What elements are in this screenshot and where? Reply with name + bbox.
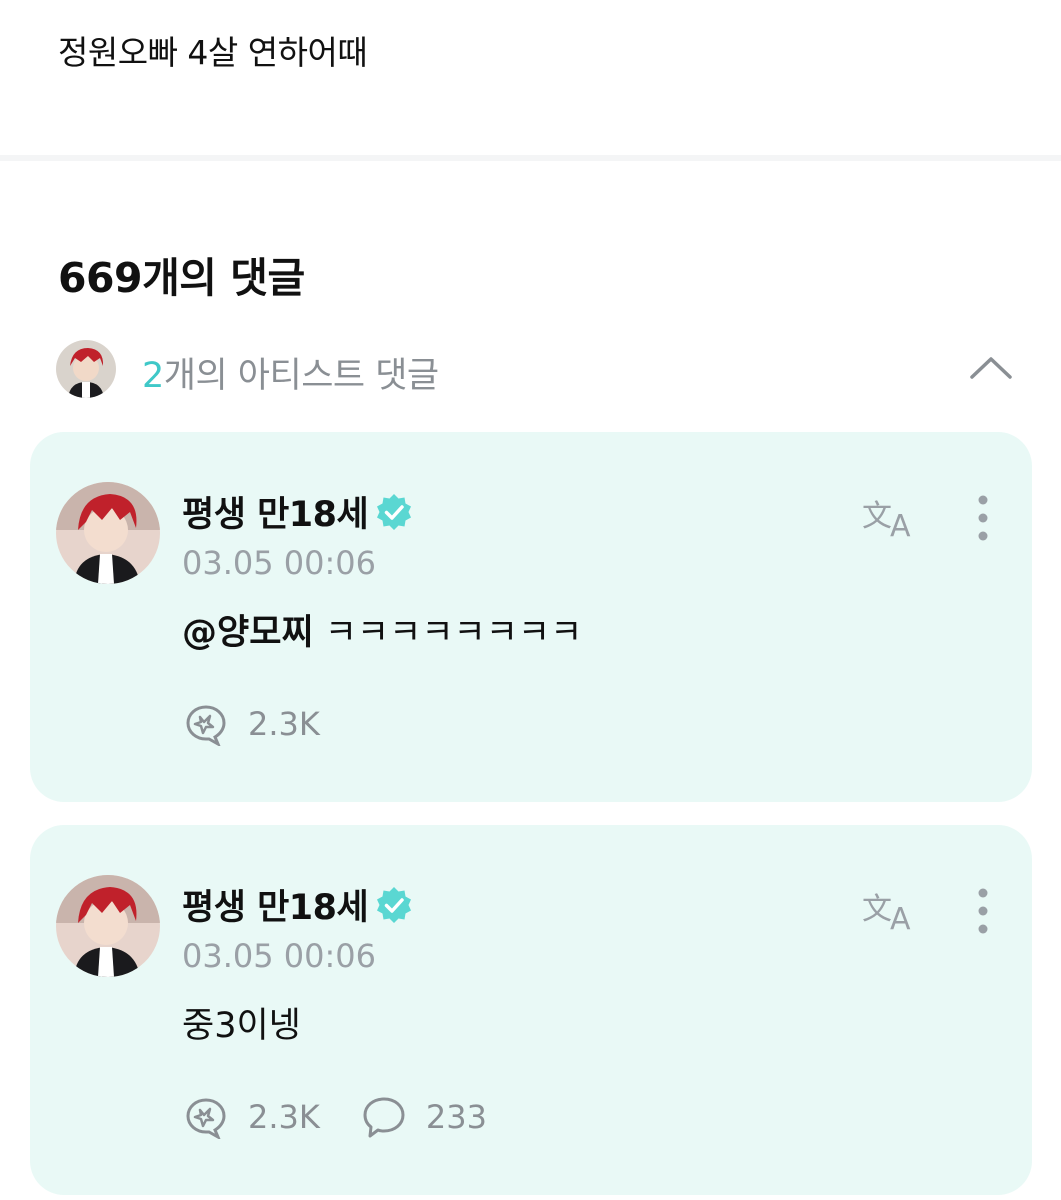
artist-comments-text: 개의 아티스트 댓글 xyxy=(163,356,439,396)
post-text: 정원오빠 4살 연하어때 xyxy=(58,33,368,72)
avatar[interactable] xyxy=(56,482,160,584)
speech-bubble-icon xyxy=(363,1097,405,1138)
cheer-bubble-icon xyxy=(186,705,226,746)
mention-link[interactable]: @양모찌 xyxy=(182,613,314,653)
svg-text:文: 文 xyxy=(862,499,892,534)
comment-author[interactable]: 평생 만18세 xyxy=(182,486,414,537)
artist-comments-toggle[interactable]: 2개의 아티스트 댓글 xyxy=(56,339,1016,399)
translate-icon[interactable]: 文 A xyxy=(862,887,920,933)
like-count: 2.3K xyxy=(248,705,320,743)
more-vertical-icon[interactable] xyxy=(968,494,998,542)
translate-icon[interactable]: 文 A xyxy=(862,494,920,540)
cheer-bubble-icon xyxy=(186,1098,226,1139)
reply-button[interactable]: 233 xyxy=(360,1095,487,1139)
comment-timestamp: 03.05 00:06 xyxy=(182,544,376,582)
comment-timestamp: 03.05 00:06 xyxy=(182,937,376,975)
artist-comment-card: 평생 만18세 03.05 00:06 @양모찌 ㅋㅋㅋㅋㅋㅋㅋㅋ 文 A 2.… xyxy=(30,432,1032,802)
like-button[interactable]: 2.3K xyxy=(182,1095,320,1139)
artist-comments-count: 2 xyxy=(142,356,164,396)
verified-badge-icon xyxy=(377,886,412,923)
artist-avatar xyxy=(56,340,116,398)
svg-text:A: A xyxy=(890,509,911,540)
svg-text:文: 文 xyxy=(862,892,892,927)
avatar[interactable] xyxy=(56,875,160,977)
reply-count: 233 xyxy=(425,1098,487,1136)
like-count: 2.3K xyxy=(248,1098,320,1136)
comment-text: ㅋㅋㅋㅋㅋㅋㅋㅋ xyxy=(313,613,583,653)
svg-text:A: A xyxy=(890,902,911,933)
comment-text: 중3이넹 xyxy=(182,1006,301,1046)
section-divider xyxy=(0,155,1061,161)
more-vertical-icon[interactable] xyxy=(968,887,998,935)
comment-body: @양모찌 ㅋㅋㅋㅋㅋㅋㅋㅋ xyxy=(182,604,582,655)
chevron-up-icon[interactable] xyxy=(966,347,1016,387)
comment-actions: 2.3K xyxy=(182,702,360,746)
artist-comments-label: 2개의 아티스트 댓글 xyxy=(142,347,439,398)
author-name: 평생 만18세 xyxy=(182,495,369,535)
like-button[interactable]: 2.3K xyxy=(182,702,320,746)
comment-body: 중3이넹 xyxy=(182,997,301,1048)
comment-count-heading: 669개의 댓글 xyxy=(58,254,305,302)
artist-comment-card: 평생 만18세 03.05 00:06 중3이넹 文 A 2.3K 233 xyxy=(30,825,1032,1195)
comment-author[interactable]: 평생 만18세 xyxy=(182,879,414,930)
comment-actions: 2.3K 233 xyxy=(182,1095,527,1139)
author-name: 평생 만18세 xyxy=(182,888,369,928)
verified-badge-icon xyxy=(377,493,412,530)
